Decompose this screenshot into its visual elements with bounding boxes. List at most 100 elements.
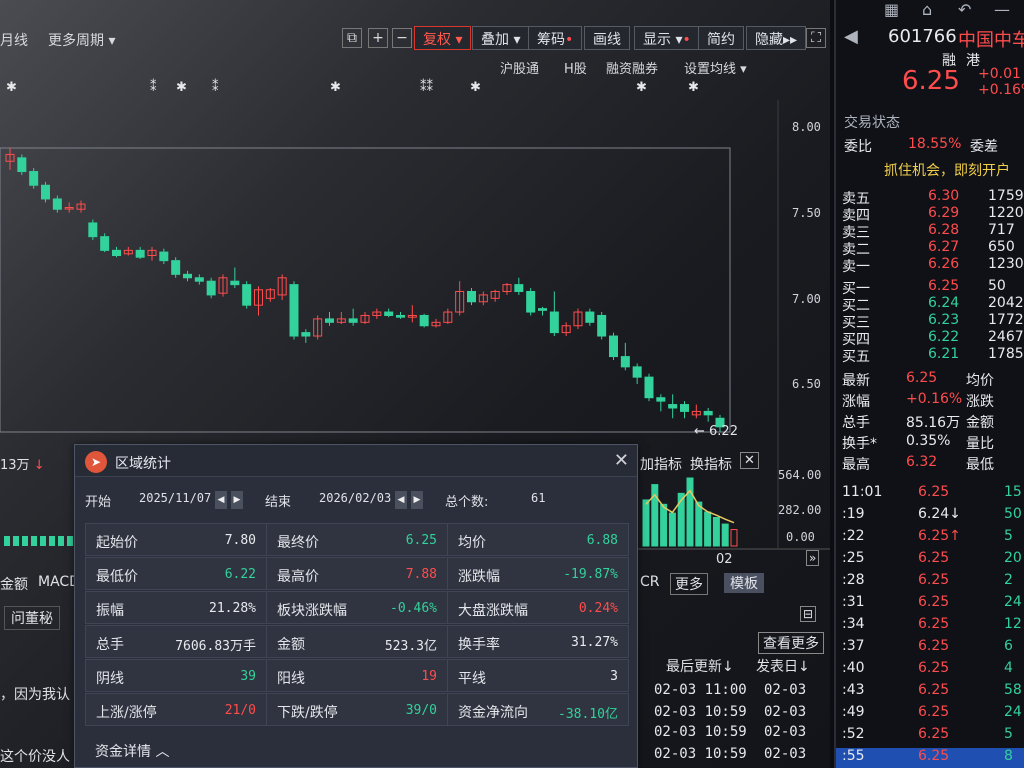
candle-down[interactable]	[384, 311, 394, 316]
candle-down[interactable]	[514, 284, 524, 292]
last-update-header[interactable]: 最后更新↓	[666, 656, 734, 676]
fund-detail-toggle[interactable]: 资金详情 ︿	[95, 741, 169, 761]
candle-down[interactable]	[52, 198, 62, 210]
open-account-ad[interactable]: 抓住机会，即刻开户	[836, 160, 1024, 179]
candle-down[interactable]	[597, 314, 607, 337]
candle-down[interactable]	[348, 318, 358, 323]
news-snippet[interactable]: 这个价没人	[0, 746, 70, 766]
candle-down[interactable]	[609, 335, 618, 358]
bid-row[interactable]: 买二 6.24 2042	[836, 295, 1024, 314]
stat-cell-value: 39/0	[405, 703, 437, 718]
ask-row[interactable]: 卖五 6.30 1759	[836, 188, 1024, 207]
add-indicator-button[interactable]: 加指标	[640, 454, 682, 474]
news-row[interactable]: 02-03 11:00 02-03	[640, 682, 830, 702]
view-more-button[interactable]: 查看更多	[758, 632, 824, 654]
start-prev-icon[interactable]: ◀	[215, 491, 227, 509]
candle-down[interactable]	[549, 311, 559, 334]
price-tick: 8.00	[792, 120, 821, 134]
home-icon[interactable]: ⌂	[922, 0, 932, 19]
candle-down[interactable]	[668, 404, 678, 409]
tick-row[interactable]: :49 6.25 24	[836, 704, 1024, 724]
tick-row[interactable]: :40 6.25 4	[836, 660, 1024, 680]
amount-tab[interactable]: 金额	[0, 574, 28, 594]
stat-value: 85.16万	[906, 415, 961, 431]
tick-row[interactable]: :28 6.25 2	[836, 572, 1024, 592]
bid-row[interactable]: 买一 6.25 50	[836, 278, 1024, 297]
candle-down[interactable]	[88, 222, 98, 238]
candle-down[interactable]	[171, 260, 181, 275]
end-next-icon[interactable]: ▶	[411, 491, 423, 509]
candle-down[interactable]	[632, 366, 642, 378]
tick-row[interactable]: :43 6.25 58	[836, 682, 1024, 702]
dialog-titlebar[interactable]: ➤ 区域统计 ✕	[75, 445, 637, 477]
tick-row[interactable]: :52 6.25 5	[836, 726, 1024, 746]
ask-row[interactable]: 卖一 6.26 1230	[836, 256, 1024, 275]
news-snippet[interactable]: ，因为我认	[0, 684, 70, 704]
tick-row[interactable]: :19 6.24↓ 50	[836, 506, 1024, 526]
news-row[interactable]: 02-03 10:59 02-03	[640, 724, 830, 744]
news-row[interactable]: 02-03 10:59 02-03	[640, 746, 830, 766]
candle-down[interactable]	[41, 184, 50, 200]
candle-down[interactable]	[194, 277, 204, 282]
scroll-right-icon[interactable]: »	[806, 550, 820, 566]
tick-row[interactable]: :55 6.25 8	[836, 748, 1024, 768]
minimize-icon[interactable]: —	[994, 0, 1010, 19]
candle-down[interactable]	[242, 284, 252, 306]
candle-down[interactable]	[325, 318, 334, 323]
switch-indicator-button[interactable]: 换指标	[690, 454, 732, 474]
bid-row[interactable]: 买四 6.22 2467	[836, 329, 1024, 348]
ask-row[interactable]: 卖二 6.27 650	[836, 239, 1024, 258]
candle-down[interactable]	[680, 404, 689, 412]
candle-down[interactable]	[467, 290, 476, 303]
tick-row[interactable]: :31 6.25 24	[836, 594, 1024, 614]
candle-down[interactable]	[135, 249, 145, 258]
template-tab[interactable]: 模板	[724, 573, 764, 593]
candle-down[interactable]	[206, 280, 216, 296]
cr-tab[interactable]: CR	[640, 574, 660, 590]
candle-down[interactable]	[396, 314, 405, 318]
candle-down[interactable]	[289, 284, 299, 337]
triangle-left-icon[interactable]: ◀	[844, 26, 858, 47]
candle-down[interactable]	[538, 308, 547, 311]
candle-down[interactable]	[526, 290, 536, 313]
ask-row[interactable]: 卖四 6.29 1220	[836, 205, 1024, 224]
candle-down[interactable]	[656, 397, 666, 402]
candle-down[interactable]	[301, 332, 311, 337]
end-prev-icon[interactable]: ◀	[395, 491, 407, 509]
candle-down[interactable]	[644, 376, 654, 399]
undo-icon[interactable]: ↶	[958, 0, 971, 19]
candle-down[interactable]	[620, 356, 630, 368]
close-icon[interactable]: ✕	[614, 450, 629, 471]
news-row[interactable]: 02-03 10:59 02-03	[640, 704, 830, 724]
tick-row[interactable]: :25 6.25 20	[836, 550, 1024, 570]
publish-date-header[interactable]: 发表日↓	[756, 656, 810, 676]
candle-down[interactable]	[419, 314, 429, 327]
tick-row[interactable]: :37 6.25 6	[836, 638, 1024, 658]
bid-row[interactable]: 买五 6.21 1785	[836, 346, 1024, 365]
candle-down[interactable]	[703, 410, 713, 416]
candle-down[interactable]	[17, 157, 27, 173]
ask-row[interactable]: 卖三 6.28 717	[836, 222, 1024, 241]
tick-row[interactable]: :34 6.25 12	[836, 616, 1024, 636]
candle-down[interactable]	[112, 249, 121, 257]
candle-down[interactable]	[29, 171, 39, 186]
stat-cell-value: 7606.83万手	[175, 639, 256, 654]
candle-down[interactable]	[183, 273, 192, 279]
start-next-icon[interactable]: ▶	[231, 491, 243, 509]
candle-down[interactable]	[585, 311, 595, 323]
bid-level: 买五	[842, 349, 870, 365]
bid-volume: 1785	[988, 346, 1024, 362]
expand-icon[interactable]: ⊟	[800, 606, 817, 622]
candle-down[interactable]	[100, 236, 110, 251]
tick-row[interactable]: :22 6.25↑ 5	[836, 528, 1024, 548]
candle-down[interactable]	[230, 280, 240, 286]
bid-row[interactable]: 买三 6.23 1772	[836, 312, 1024, 331]
tick-time: :22	[842, 528, 865, 544]
close-icon[interactable]: ✕	[740, 452, 759, 469]
candle-down[interactable]	[159, 251, 169, 262]
grid-icon[interactable]: ▦	[884, 0, 899, 19]
stat-cell: 振幅 21.28%	[85, 591, 267, 624]
tick-row[interactable]: 11:01 6.25 15	[836, 484, 1024, 504]
more-tab[interactable]: 更多	[670, 573, 708, 595]
ask-board-button[interactable]: 问董秘	[4, 606, 60, 630]
